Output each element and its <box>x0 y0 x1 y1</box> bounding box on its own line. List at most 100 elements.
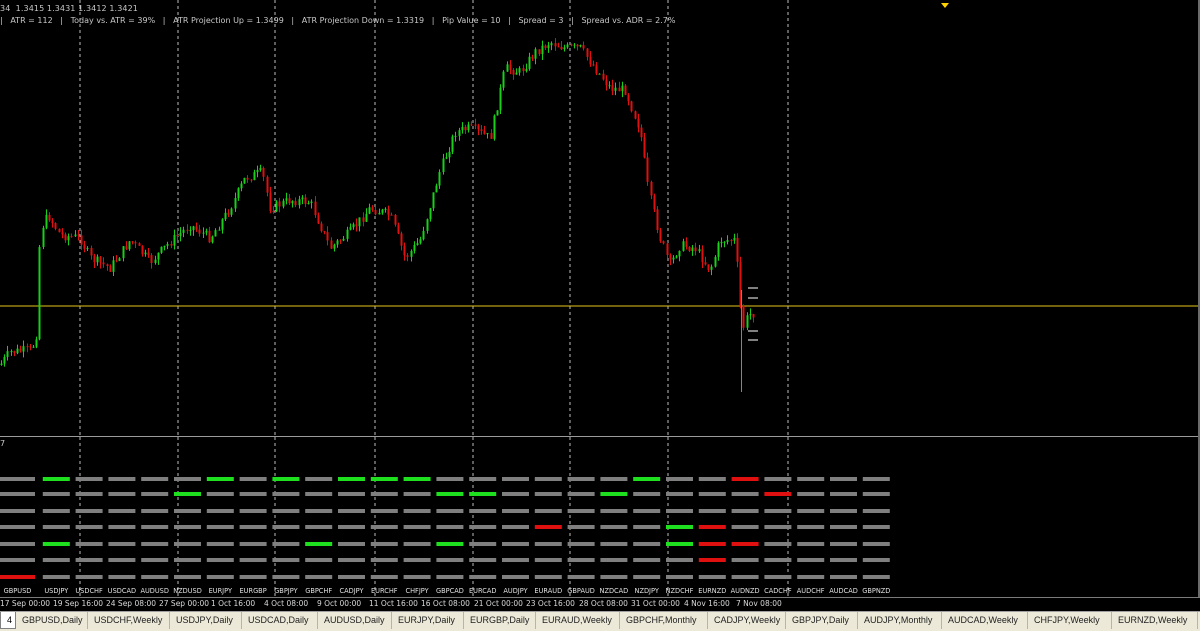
strength-cell <box>567 575 595 579</box>
candle <box>454 131 457 142</box>
strength-cell <box>534 558 562 562</box>
candle <box>531 54 534 62</box>
candle <box>477 123 480 136</box>
candle <box>323 230 326 235</box>
chart-tab[interactable]: GBPUSD,Daily <box>16 612 88 629</box>
candle <box>592 60 595 67</box>
candle <box>96 254 99 266</box>
pair-label: EURAUD <box>534 587 562 595</box>
candle <box>528 52 531 71</box>
chart-tab[interactable]: AUDUSD,Daily <box>318 612 392 629</box>
strength-cell <box>239 509 267 513</box>
candle <box>208 226 211 244</box>
candle <box>192 225 195 236</box>
candle <box>752 313 755 323</box>
candle <box>0 360 3 366</box>
chart-tab[interactable]: EURNZD,Weekly <box>1112 612 1198 629</box>
candle <box>6 345 9 361</box>
candle <box>83 240 86 253</box>
active-chart-tab[interactable]: 4 <box>0 612 16 629</box>
strength-cell <box>338 509 365 513</box>
candle <box>435 183 438 193</box>
candle <box>51 218 54 228</box>
strength-cell <box>338 525 365 529</box>
candle <box>605 75 608 91</box>
candle <box>621 81 624 98</box>
strength-cell <box>0 509 35 513</box>
candle <box>742 304 745 331</box>
strength-cell <box>469 542 497 546</box>
price-chart[interactable]: 34 1.3415 1.3431 1.3412 1.3421 | ATR = 1… <box>0 0 1198 436</box>
strength-cell <box>338 477 365 481</box>
indicator-label: 7 <box>0 439 6 448</box>
candle <box>746 312 749 331</box>
chart-tab[interactable]: EURGBP,Daily <box>464 612 536 629</box>
candle <box>662 240 665 245</box>
chart-tab[interactable]: AUDCAD,Weekly <box>942 612 1028 629</box>
candle <box>608 81 611 89</box>
chart-tab[interactable]: GBPJPY,Daily <box>786 612 858 629</box>
chart-tab[interactable]: USDJPY,Daily <box>170 612 242 629</box>
time-label: 27 Sep 00:00 <box>159 599 210 608</box>
strength-cell <box>206 542 234 546</box>
strength-cell <box>534 492 562 496</box>
candle <box>461 122 464 134</box>
strength-cell <box>600 575 628 579</box>
chart-tab[interactable]: AUDJPY,Monthly <box>858 612 942 629</box>
currency-strength-grid: GBPUSD USDJPY USDCHF USDCAD AUDUSD NZDUSD EURJ… <box>0 437 890 597</box>
chart-tab[interactable]: USDCHF,Weekly <box>88 612 170 629</box>
candle <box>445 152 448 160</box>
candle <box>144 249 147 257</box>
chart-tab[interactable]: EURJPY,Daily <box>392 612 464 629</box>
strength-cell <box>797 542 825 546</box>
shift-marker-icon[interactable] <box>941 3 949 8</box>
candle <box>442 153 445 175</box>
strength-cell <box>764 525 792 529</box>
chart-tab[interactable]: CADJPY,Weekly <box>708 612 786 629</box>
candle <box>67 233 70 246</box>
candle <box>656 206 659 234</box>
strength-cell <box>42 509 70 513</box>
candle <box>301 195 304 205</box>
strength-cell <box>239 492 267 496</box>
pair-label: NZDUSD <box>173 587 202 595</box>
strength-cell <box>272 575 300 579</box>
strength-cell <box>567 509 595 513</box>
strength-cell <box>75 492 103 496</box>
candle <box>381 208 384 215</box>
strength-cell <box>764 558 792 562</box>
strength-cell <box>272 558 300 562</box>
pair-label: AUDNZD <box>731 587 760 595</box>
strength-cell <box>403 558 431 562</box>
strength-cell <box>502 525 529 529</box>
candle <box>390 212 393 216</box>
strength-cell <box>567 542 595 546</box>
candle <box>602 69 605 81</box>
strength-cell <box>600 525 628 529</box>
strength-cell <box>0 525 35 529</box>
chart-tab[interactable]: CHFJPY,Weekly <box>1028 612 1112 629</box>
candle <box>182 226 185 238</box>
candle <box>112 256 115 277</box>
candle <box>128 241 131 251</box>
candle <box>336 239 339 248</box>
indicator-panel[interactable]: GBPUSD USDJPY USDCHF USDCAD AUDUSD NZDUSD EURJ… <box>0 437 1198 597</box>
candlestick-chart[interactable] <box>0 0 1198 436</box>
candle <box>730 238 733 246</box>
candle <box>246 175 249 183</box>
strength-cell <box>698 558 726 562</box>
strength-cell <box>141 575 169 579</box>
strength-cell <box>174 492 201 496</box>
chart-tab[interactable]: GBPCHF,Monthly <box>620 612 708 629</box>
strength-cell <box>600 477 628 481</box>
candle <box>467 121 470 133</box>
strength-cell <box>272 542 300 546</box>
strength-cell <box>42 542 70 546</box>
candle <box>150 253 153 269</box>
pair-label: AUDCHF <box>797 587 825 595</box>
candle <box>86 246 89 252</box>
strength-cell <box>0 575 35 579</box>
time-label: 9 Oct 00:00 <box>317 599 362 608</box>
chart-tab[interactable]: USDCAD,Daily <box>242 612 318 629</box>
chart-tab[interactable]: EURAUD,Weekly <box>536 612 620 629</box>
